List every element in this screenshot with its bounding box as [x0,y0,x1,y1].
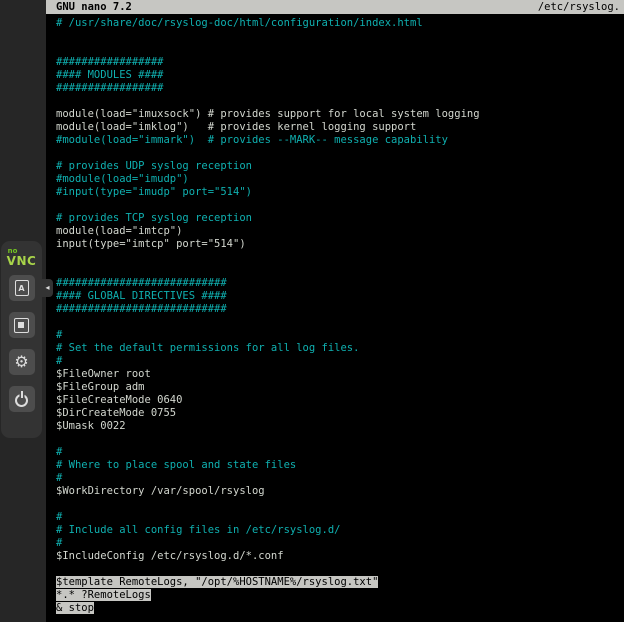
editor-line: module(load="imuxsock") # provides suppo… [56,108,624,121]
editor-line: #### MODULES #### [56,69,624,82]
editor-line: #### GLOBAL DIRECTIVES #### [56,290,624,303]
editor-line [56,498,624,511]
clipboard-icon: A [15,280,29,296]
editor-line: # [56,511,624,524]
gear-icon: ⚙ [14,354,28,370]
editor-line [56,147,624,160]
editor-line: #module(load="immark") # provides --MARK… [56,134,624,147]
editor-line: module(load="imklog") # provides kernel … [56,121,624,134]
editor-line: # [56,446,624,459]
control-bar-handle[interactable]: ◂ [42,279,53,297]
editor-line [56,563,624,576]
editor-line: module(load="imtcp") [56,225,624,238]
editor-line: # [56,355,624,368]
settings-button[interactable]: ⚙ [9,349,35,375]
editor-line [56,95,624,108]
editor-line: # Include all config files in /etc/rsysl… [56,524,624,537]
editor-line: ################# [56,82,624,95]
editor-line [56,43,624,56]
editor-line: # Where to place spool and state files [56,459,624,472]
editor-line: *.* ?RemoteLogs [56,589,624,602]
editor-line: ########################### [56,303,624,316]
editor-line: # [56,329,624,342]
editor-line: $DirCreateMode 0755 [56,407,624,420]
editor-line: # provides UDP syslog reception [56,160,624,173]
editor-line [56,316,624,329]
editor-content[interactable]: # /usr/share/doc/rsyslog-doc/html/config… [46,14,624,615]
editor-line: # Set the default permissions for all lo… [56,342,624,355]
nano-titlebar: GNU nano 7.2 /etc/rsyslog. [46,0,624,14]
editor-line: $WorkDirectory /var/spool/rsyslog [56,485,624,498]
editor-line: # /usr/share/doc/rsyslog-doc/html/config… [56,17,624,30]
editor-line: # [56,472,624,485]
editor-line: $FileGroup adm [56,381,624,394]
nano-file-path: /etc/rsyslog. [538,0,620,14]
power-button[interactable] [9,386,35,412]
editor-line: ################# [56,56,624,69]
editor-line [56,199,624,212]
editor-line: input(type="imtcp" port="514") [56,238,624,251]
editor-line [56,251,624,264]
editor-line: $FileOwner root [56,368,624,381]
editor-line [56,433,624,446]
editor-line: #input(type="imudp" port="514") [56,186,624,199]
editor-line: $Umask 0022 [56,420,624,433]
power-icon [15,394,28,407]
editor-line [56,30,624,43]
editor-line: & stop [56,602,624,615]
editor-line: $IncludeConfig /etc/rsyslog.d/*.conf [56,550,624,563]
editor-line: # [56,537,624,550]
editor-line: ########################### [56,277,624,290]
editor-line [56,264,624,277]
editor-line: $template RemoteLogs, "/opt/%HOSTNAME%/r… [56,576,624,589]
editor-line: # provides TCP syslog reception [56,212,624,225]
novnc-control-bar: no VNC A ⚙ [1,241,42,438]
novnc-logo-vnc: VNC [7,255,37,267]
fullscreen-button[interactable] [9,312,35,338]
editor-line: $FileCreateMode 0640 [56,394,624,407]
editor-line: #module(load="imudp") [56,173,624,186]
nano-app-title: GNU nano 7.2 [56,0,132,14]
novnc-logo: no VNC [7,248,37,267]
clipboard-button[interactable]: A [9,275,35,301]
fullscreen-icon [14,318,29,333]
terminal-window[interactable]: GNU nano 7.2 /etc/rsyslog. # /usr/share/… [46,0,624,622]
